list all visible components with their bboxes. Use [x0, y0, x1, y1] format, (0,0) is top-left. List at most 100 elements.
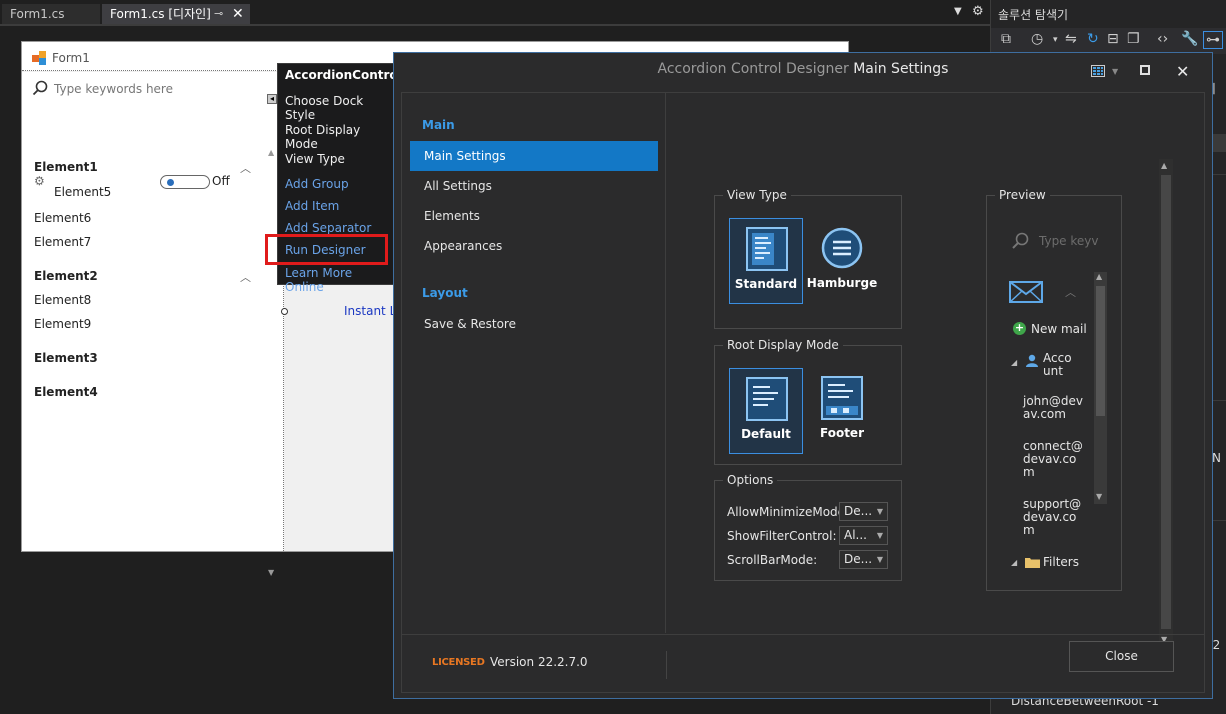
hamburger-view-icon — [821, 227, 863, 269]
vs-icon[interactable]: ⧉ — [1001, 31, 1011, 47]
nav-item-save-restore[interactable]: Save & Restore — [410, 309, 658, 339]
preview-filters: Filters — [1043, 555, 1079, 569]
root-mode-default-option[interactable]: Default — [729, 368, 803, 454]
smart-tag-title: AccordionControl — [285, 68, 402, 82]
option-label: Standard — [734, 277, 798, 291]
accordion-item[interactable]: Element9 — [34, 317, 91, 331]
scroll-up-icon[interactable]: ▲ — [1096, 272, 1102, 281]
view-type-standard-option[interactable]: Standard — [729, 218, 803, 304]
preview-search-input[interactable]: Type keyv — [1039, 234, 1098, 248]
close-icon[interactable]: ✕ — [1176, 62, 1189, 81]
wrench-icon[interactable]: 🔧 — [1181, 31, 1198, 47]
form-logo-icon — [32, 51, 48, 65]
option-label: Hamburge — [806, 276, 878, 290]
options-group: Options AllowMinimizeMode: De... ▼ ShowFi… — [714, 473, 902, 581]
resize-handle[interactable] — [281, 308, 288, 315]
scrollbar-thumb[interactable] — [1096, 286, 1105, 416]
option-label-allow-minimize-mode: AllowMinimizeMode: — [727, 505, 850, 519]
history-icon[interactable]: ◷ — [1031, 31, 1043, 47]
option-label-show-filter-control: ShowFilterControl: — [727, 529, 837, 543]
preview-email-line: m — [1023, 465, 1035, 479]
refresh-icon[interactable]: ↻ — [1087, 31, 1099, 47]
sync-icon[interactable]: ⇋ — [1065, 31, 1077, 47]
link-add-item[interactable]: Add Item — [285, 199, 339, 213]
collapse-icon[interactable]: ⊟ — [1107, 31, 1119, 47]
select-value: De... — [844, 552, 873, 566]
preview-new-mail: New mail — [1031, 322, 1087, 336]
link-add-separator[interactable]: Add Separator — [285, 221, 371, 235]
plus-icon: + — [1013, 321, 1026, 335]
accordion-control[interactable]: ◂ Type keywords here Element1 ︿ ⚙ Elemen… — [22, 72, 284, 577]
panel-title: 솔루션 탐색기 — [998, 8, 1069, 22]
solution-toolbar: ⧉ ◷ ▾ ⇋ ↻ ⊟ ❐ ‹› 🔧 ⊶ — [991, 28, 1226, 54]
gear-icon[interactable]: ⚙ — [972, 4, 984, 19]
option-label: Default — [741, 427, 791, 441]
nav-item-elements[interactable]: Elements — [410, 201, 658, 231]
accordion-item[interactable]: Element5 — [54, 185, 111, 199]
accordion-group-element4[interactable]: Element4 — [34, 385, 98, 399]
root-mode-footer-option[interactable]: Footer — [805, 368, 879, 454]
folder-icon — [1025, 558, 1040, 568]
select-value: De... — [844, 504, 873, 518]
default-mode-icon — [746, 377, 788, 421]
group-title: Preview — [995, 188, 1050, 202]
preview-icon[interactable]: ⊶ — [1203, 31, 1223, 49]
group-title: Options — [723, 473, 778, 487]
tab-form1-design[interactable]: Form1.cs [디자인] ⊸ ✕ — [102, 4, 250, 24]
toggle-switch[interactable] — [160, 175, 210, 189]
expand-triangle-icon: ◢ — [1011, 358, 1018, 367]
preview-account-line: unt — [1043, 364, 1063, 378]
scroll-up-icon[interactable]: ▲ — [1161, 161, 1167, 170]
chevron-down-icon[interactable]: ▾ — [1053, 35, 1058, 45]
chevron-down-icon: ▼ — [876, 507, 883, 516]
scroll-bar-mode-select[interactable]: De... ▼ — [839, 550, 888, 569]
chevron-down-icon[interactable]: ▼ — [1112, 67, 1118, 76]
accordion-item[interactable]: Element8 — [34, 293, 91, 307]
chevron-up-icon[interactable]: ︿ — [240, 160, 251, 176]
version-label: Version 22.2.7.0 — [490, 655, 588, 669]
scroll-up-icon[interactable]: ▲ — [268, 148, 274, 157]
close-button[interactable]: Close — [1069, 641, 1174, 672]
accordion-group-element3[interactable]: Element3 — [34, 351, 98, 365]
scroll-down-icon[interactable]: ▼ — [268, 568, 274, 577]
view-type-hamburger-option[interactable]: Hamburge — [805, 218, 879, 304]
tab-form1-cs[interactable]: Form1.cs — [2, 4, 100, 24]
code-icon[interactable]: ‹› — [1157, 31, 1168, 47]
nav-item-main-settings[interactable]: Main Settings — [410, 141, 658, 171]
select-value: Al... — [844, 528, 867, 542]
menu-item-view-type[interactable]: View Type — [285, 152, 345, 166]
mail-icon — [1009, 281, 1043, 303]
menu-item-choose-dock-style[interactable]: Choose Dock Style — [285, 94, 393, 122]
chevron-up-icon[interactable]: ︿ — [240, 269, 251, 285]
link-add-group[interactable]: Add Group — [285, 177, 349, 191]
instant-layout-link[interactable]: Instant L — [344, 304, 396, 318]
nav-item-all-settings[interactable]: All Settings — [410, 171, 658, 201]
grid-icon[interactable] — [1091, 65, 1105, 77]
accordion-item[interactable]: Element7 — [34, 235, 91, 249]
scrollbar-thumb[interactable] — [1161, 175, 1171, 629]
document-tab-strip: Form1.cs Form1.cs [디자인] ⊸ ✕ ▼ ⚙ — [0, 0, 990, 26]
link-learn-more-online[interactable]: Learn More Online — [285, 266, 393, 294]
accordion-group-element2[interactable]: Element2 — [34, 269, 98, 283]
chevron-down-icon[interactable]: ▼ — [954, 6, 962, 17]
root-display-mode-group: Root Display Mode Default Footer — [714, 338, 902, 465]
scroll-down-icon[interactable]: ▼ — [1096, 492, 1102, 501]
accordion-search[interactable]: Type keywords here — [22, 72, 284, 106]
expand-triangle-icon: ◢ — [1011, 558, 1018, 567]
dialog-title: Accordion Control Designer Main Settings — [394, 61, 1212, 77]
dialog-body: Main Main Settings All Settings Elements… — [401, 92, 1205, 693]
menu-item-root-display-mode[interactable]: Root Display Mode — [285, 123, 393, 151]
accordion-item[interactable]: Element6 — [34, 211, 91, 225]
allow-minimize-mode-select[interactable]: De... ▼ — [839, 502, 888, 521]
close-icon[interactable]: ✕ — [232, 4, 244, 24]
show-filter-control-select[interactable]: Al... ▼ — [839, 526, 888, 545]
search-input[interactable]: Type keywords here — [54, 82, 173, 96]
nav-item-appearances[interactable]: Appearances — [410, 231, 658, 261]
gear-icon: ⚙ — [34, 174, 45, 188]
chevron-up-icon[interactable]: ︿ — [1065, 284, 1076, 300]
pin-icon[interactable]: ⊸ — [214, 4, 223, 24]
dialog-title-page: Main Settings — [853, 61, 949, 77]
copy-icon[interactable]: ❐ — [1127, 31, 1140, 47]
accordion-group-element1[interactable]: Element1 — [34, 160, 98, 174]
maximize-icon[interactable] — [1140, 65, 1150, 75]
